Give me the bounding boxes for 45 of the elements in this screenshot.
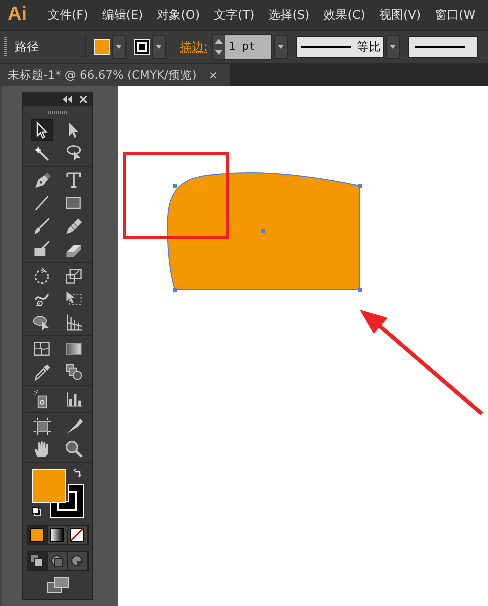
stroke-weight-field[interactable]: 1 pt <box>212 34 272 60</box>
brush-dropdown[interactable] <box>408 36 478 58</box>
overlapping-shapes-icon <box>30 554 44 568</box>
normal-mode-button[interactable] <box>28 552 48 570</box>
screen-mode-icon[interactable] <box>46 577 68 593</box>
app-logo: Ai <box>7 4 28 26</box>
swatch-icon <box>50 528 64 542</box>
menu-item[interactable]: 选择(S) <box>264 6 315 24</box>
color-mode-button[interactable] <box>28 526 48 544</box>
gradient-mode-button[interactable] <box>48 526 68 544</box>
none-mode-button[interactable] <box>68 526 88 544</box>
menu-item[interactable]: 对象(O) <box>152 6 206 24</box>
swatch-icon <box>30 528 44 542</box>
menu-item[interactable]: 效果(C) <box>318 6 370 24</box>
document-tab[interactable]: 未标题-1* @ 66.67% (CMYK/预览) × <box>0 64 230 86</box>
swap-arrows-icon[interactable] <box>72 469 82 479</box>
behind-mode-button[interactable] <box>48 552 68 570</box>
overlapping-shapes-icon <box>70 554 84 568</box>
menu-item[interactable]: 视图(V) <box>374 6 426 24</box>
fill-color-swatch[interactable] <box>32 469 66 503</box>
menu-item[interactable]: 窗口(W <box>430 6 481 24</box>
dropdown-caret-button[interactable] <box>274 35 288 59</box>
close-icon[interactable] <box>80 96 87 102</box>
stroke-link[interactable]: 描边: <box>180 38 208 56</box>
default-colors-icon[interactable] <box>32 507 42 517</box>
dropdown-caret-button[interactable] <box>386 35 400 59</box>
collapse-icon[interactable] <box>63 96 72 102</box>
dropdown-caret-button[interactable] <box>112 35 126 59</box>
panel-grip <box>4 37 7 57</box>
panel-grip <box>48 111 68 114</box>
dropdown-caret-button[interactable] <box>152 35 166 59</box>
stroke-color-swatch[interactable] <box>50 484 84 518</box>
close-tab-button[interactable]: × <box>208 68 218 82</box>
document-title: 未标题-1* @ 66.67% (CMYK/预览) <box>8 68 197 82</box>
inside-mode-button[interactable] <box>68 552 88 570</box>
filled-shape[interactable] <box>167 172 362 292</box>
fill-swatch[interactable] <box>94 39 110 55</box>
menu-item[interactable]: 编辑(E) <box>97 6 148 24</box>
swatch-icon <box>70 528 84 542</box>
stroke-profile-dropdown[interactable]: 等比 <box>296 36 384 58</box>
overlapping-shapes-icon <box>50 554 64 568</box>
selection-type-label: 路径 <box>15 38 40 56</box>
menu-item[interactable]: 文字(T) <box>209 6 260 24</box>
stroke-swatch[interactable] <box>134 39 150 55</box>
menu-item[interactable]: 文件(F) <box>43 6 94 24</box>
